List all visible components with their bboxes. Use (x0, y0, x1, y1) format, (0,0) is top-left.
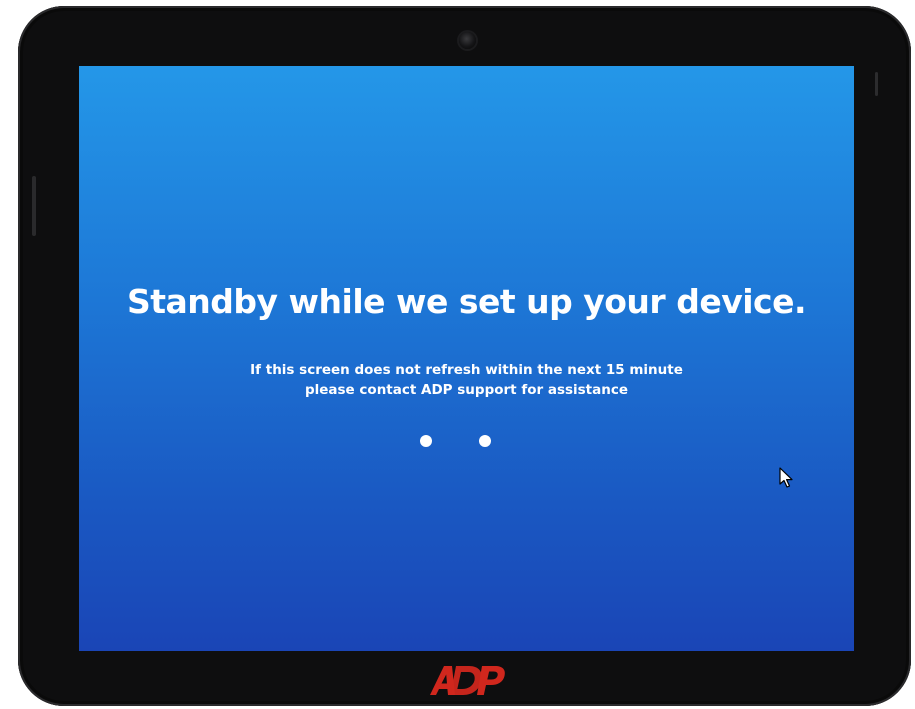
cursor-icon (779, 467, 793, 488)
support-message-line-1: If this screen does not refresh within t… (250, 362, 683, 378)
camera-icon (459, 32, 476, 49)
sensor-indicator (875, 72, 878, 96)
tablet-device: Standby while we set up your device. If … (18, 6, 911, 706)
loading-dot (479, 435, 491, 447)
support-message-line-2: please contact ADP support for assistanc… (304, 382, 629, 398)
device-screen: Standby while we set up your device. If … (79, 66, 854, 651)
adp-logo (430, 666, 505, 695)
support-message: If this screen does not refresh within t… (79, 360, 854, 400)
loading-dot (420, 435, 432, 447)
page-title: Standby while we set up your device. (126, 282, 807, 321)
side-button (32, 176, 36, 236)
